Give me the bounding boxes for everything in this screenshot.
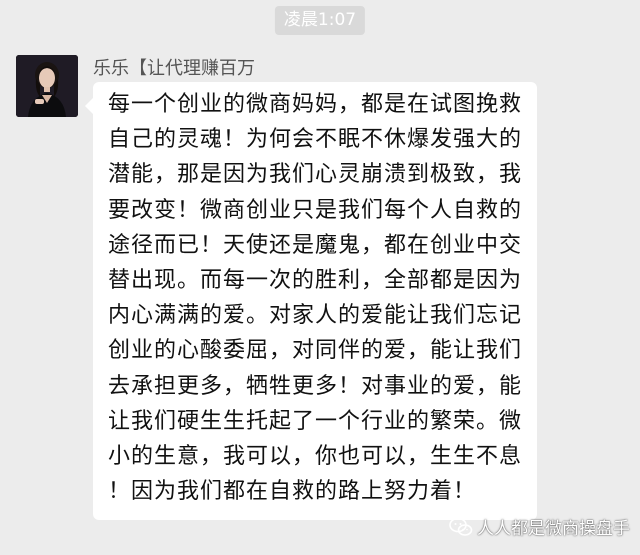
sender-name: 乐乐【让代理赚百万 xyxy=(93,58,255,79)
message-bubble[interactable]: 每一个创业的微商妈妈，都是在试图挽救自己的灵魂！为何会不眠不休爆发强大的潜能，那… xyxy=(85,82,537,521)
person-avatar-icon xyxy=(16,55,78,117)
message-timestamp: 凌晨1:07 xyxy=(274,6,366,35)
wechat-icon xyxy=(449,517,473,536)
message-text: 每一个创业的微商妈妈，都是在试图挽救自己的灵魂！为何会不眠不休爆发强大的潜能，那… xyxy=(108,92,523,505)
watermark: 人人都是微商操盘手 xyxy=(449,514,630,539)
sender-avatar[interactable] xyxy=(16,55,78,117)
watermark-text: 人人都是微商操盘手 xyxy=(477,519,630,539)
